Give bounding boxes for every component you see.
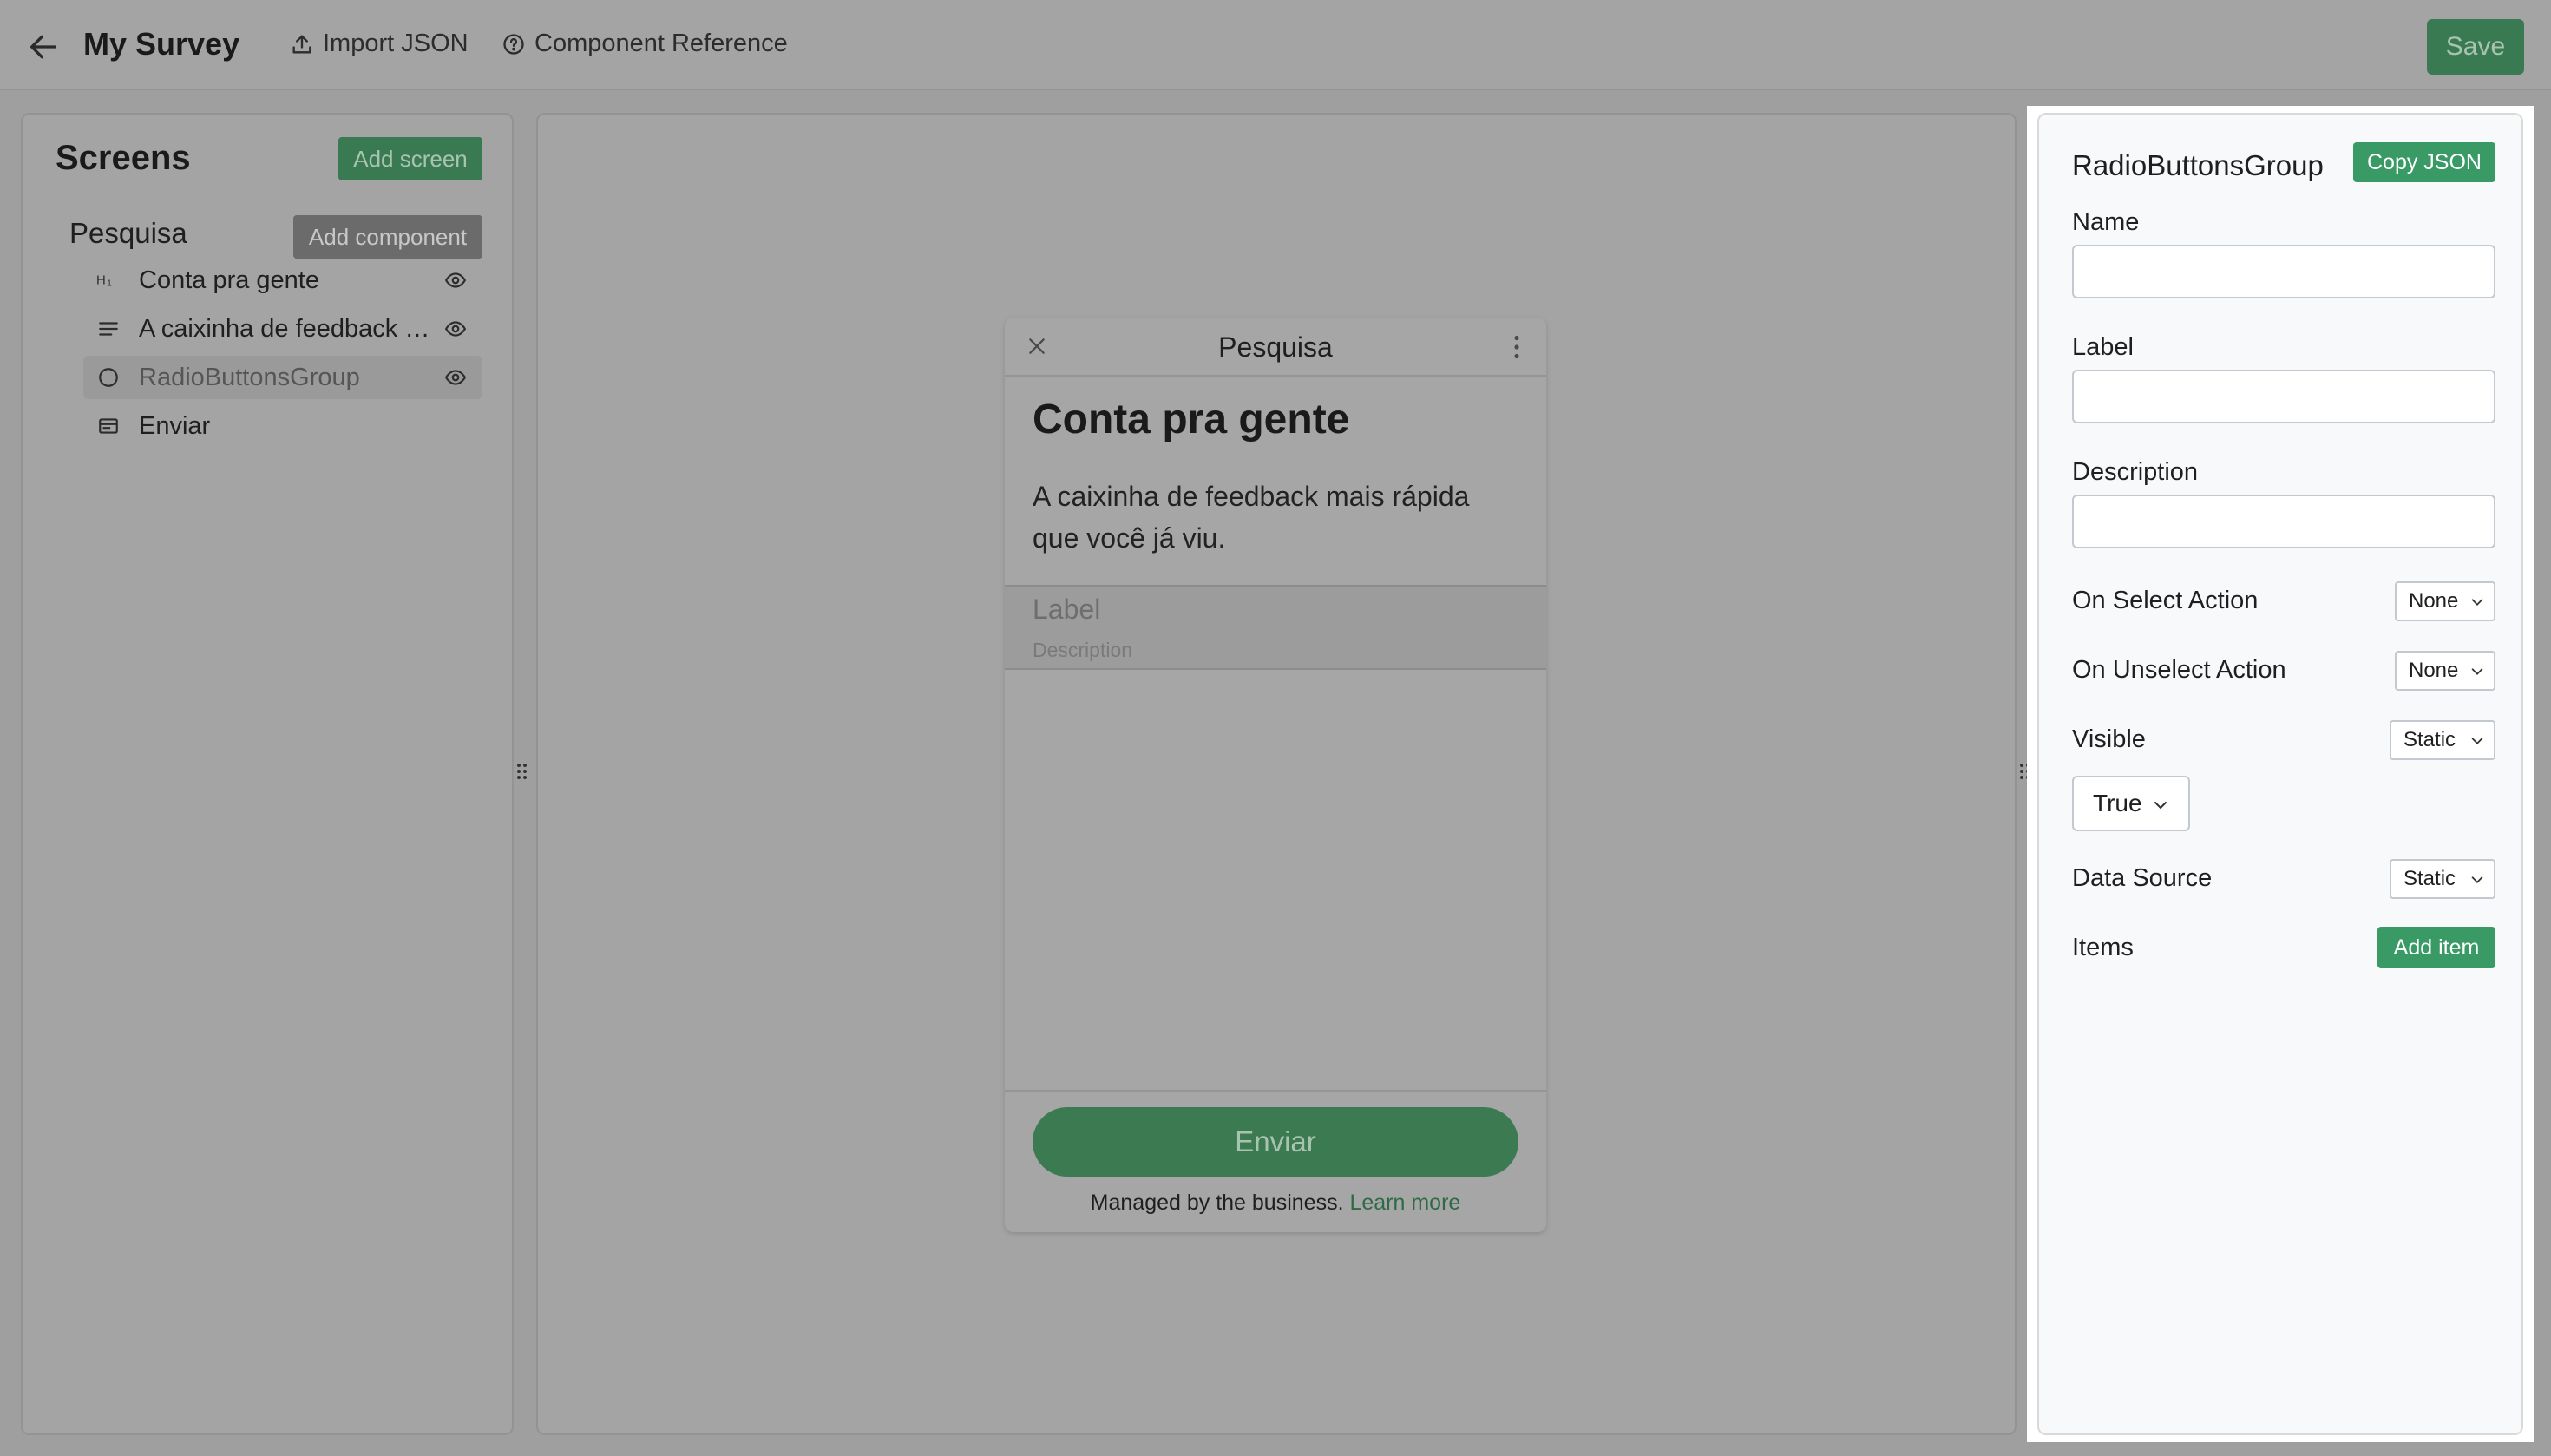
preview-submit-button[interactable]: Enviar	[1033, 1107, 1518, 1177]
on-select-value: None	[2409, 589, 2459, 613]
screens-title: Screens	[56, 139, 191, 177]
preview-body-text: A caixinha de feedback mais rápida que v…	[1033, 481, 1470, 554]
phone-screen-title: Pesquisa	[1218, 331, 1333, 363]
chevron-down-icon	[2154, 802, 2167, 810]
data-source-value: Static	[2403, 867, 2456, 890]
back-arrow-icon[interactable]	[26, 30, 64, 64]
eye-icon[interactable]	[443, 269, 469, 292]
component-label: RadioButtonsGroup	[139, 363, 360, 391]
component-row-text[interactable]: A caixinha de feedback mais rápida que v…	[83, 307, 482, 351]
visible-label: Visible	[2072, 725, 2146, 753]
component-row-radio[interactable]: RadioButtonsGroup	[83, 356, 482, 399]
help-circle-icon	[503, 33, 524, 55]
name-label: Name	[2072, 208, 2140, 236]
phone-footer-divider	[1005, 1090, 1546, 1092]
properties-card: RadioButtonsGroup Copy JSON Name Label D…	[2037, 113, 2523, 1435]
preview-heading: Conta pra gente	[1033, 397, 1350, 443]
managed-by-text: Managed by the business. Learn more	[1005, 1190, 1546, 1216]
component-label: Enviar	[139, 411, 211, 440]
component-label: A caixinha de feedback mais rápida que v…	[139, 314, 434, 343]
phone-header: Pesquisa	[1005, 318, 1546, 377]
visible-mode-dropdown[interactable]: Static	[2390, 720, 2495, 760]
data-source-label: Data Source	[2072, 864, 2213, 892]
screens-panel: Screens Add screen Pesquisa Add componen…	[21, 113, 514, 1435]
add-item-button[interactable]: Add item	[2377, 927, 2495, 968]
preview-radio-group[interactable]: Label Description	[1005, 585, 1546, 670]
svg-text:1: 1	[107, 279, 112, 289]
eye-icon[interactable]	[443, 318, 469, 340]
managed-label: Managed by the business.	[1090, 1190, 1344, 1215]
footer-icon	[95, 413, 121, 439]
data-source-dropdown[interactable]: Static	[2390, 859, 2495, 899]
text-lines-icon	[95, 316, 121, 342]
preview-radio-description: Description	[1033, 639, 1133, 661]
chevron-down-icon	[2471, 738, 2483, 744]
visible-value: True	[2093, 790, 2142, 817]
name-input[interactable]	[2072, 245, 2495, 298]
items-label: Items	[2072, 934, 2134, 961]
save-button[interactable]: Save	[2427, 19, 2524, 75]
chevron-down-icon	[2471, 599, 2483, 606]
radio-icon	[95, 364, 121, 390]
eye-icon[interactable]	[443, 366, 469, 389]
component-row-heading[interactable]: H1 Conta pra gente	[83, 259, 482, 302]
on-unselect-value: None	[2409, 659, 2459, 682]
on-unselect-label: On Unselect Action	[2072, 656, 2286, 684]
label-label: Label	[2072, 333, 2134, 361]
chevron-down-icon	[2471, 668, 2483, 675]
import-json-button[interactable]: Import JSON	[290, 30, 469, 58]
add-screen-button[interactable]: Add screen	[338, 137, 482, 180]
phone-preview: Pesquisa Conta pra gente A caixinha de f…	[1005, 318, 1546, 1232]
import-json-label: Import JSON	[323, 30, 469, 57]
component-reference-label: Component Reference	[534, 30, 788, 57]
visible-value-dropdown[interactable]: True	[2072, 776, 2190, 831]
description-input[interactable]	[2072, 495, 2495, 548]
screen-name[interactable]: Pesquisa	[69, 217, 187, 250]
component-row-footer[interactable]: Enviar	[83, 404, 482, 448]
visible-mode-value: Static	[2403, 728, 2456, 751]
component-label: Conta pra gente	[139, 266, 319, 294]
chevron-down-icon	[2471, 876, 2483, 883]
description-label: Description	[2072, 458, 2199, 486]
more-vertical-icon[interactable]	[1513, 335, 1520, 359]
upload-icon	[292, 35, 311, 53]
properties-panel: RadioButtonsGroup Copy JSON Name Label D…	[2027, 106, 2534, 1442]
survey-title: My Survey	[83, 26, 240, 62]
top-bar: My Survey Import JSON Component Referenc…	[0, 0, 2551, 90]
component-type-title: RadioButtonsGroup	[2072, 149, 2324, 181]
component-reference-button[interactable]: Component Reference	[502, 30, 788, 58]
label-input[interactable]	[2072, 370, 2495, 423]
on-select-dropdown[interactable]: None	[2395, 581, 2495, 621]
copy-json-button[interactable]: Copy JSON	[2353, 142, 2495, 182]
on-select-label: On Select Action	[2072, 587, 2259, 614]
preview-radio-label: Label	[1033, 594, 1101, 625]
svg-text:H: H	[96, 273, 106, 288]
left-resize-handle[interactable]	[517, 764, 529, 783]
learn-more-link[interactable]: Learn more	[1349, 1190, 1460, 1215]
add-component-button[interactable]: Add component	[293, 215, 482, 259]
heading-icon: H1	[95, 267, 121, 293]
on-unselect-dropdown[interactable]: None	[2395, 651, 2495, 691]
